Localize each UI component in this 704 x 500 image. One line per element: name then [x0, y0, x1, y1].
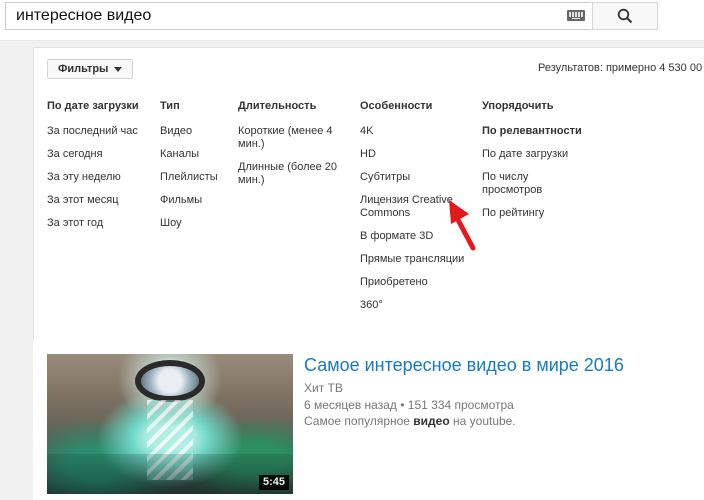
filter-option[interactable]: Субтитры [360, 171, 470, 184]
video-description: Самое популярное видео на youtube. [304, 414, 516, 428]
keyboard-icon[interactable] [567, 10, 585, 21]
video-meta: 6 месяцев назад • 151 334 просмотра [304, 398, 514, 412]
video-views: 151 334 просмотра [407, 398, 514, 412]
video-channel[interactable]: Хит ТВ [304, 381, 343, 395]
filter-option[interactable]: Плейлисты [160, 171, 218, 184]
filter-column-type: Тип Видео Каналы Плейлисты Фильмы Шоу [160, 100, 218, 240]
filter-option[interactable]: Фильмы [160, 194, 218, 207]
filter-option[interactable]: HD [360, 148, 470, 161]
thumbnail-floor [47, 454, 293, 494]
video-duration: 5:45 [258, 475, 289, 490]
filter-column-header: Тип [160, 100, 180, 112]
filter-column-header: Упорядочить [482, 100, 554, 112]
search-input[interactable]: интересное видео [5, 2, 591, 30]
search-button[interactable] [592, 2, 658, 30]
caret-down-icon [114, 66, 123, 72]
video-age: 6 месяцев назад [304, 398, 397, 412]
chandelier-ring [135, 360, 205, 402]
desc-text: Самое популярное [304, 414, 414, 428]
filter-column-header: Особенности [360, 100, 433, 112]
filter-column-sort: Упорядочить По релевантности По дате заг… [482, 100, 587, 230]
desc-text-end: на youtube. [449, 414, 516, 428]
filters-panel: Фильтры Результатов: примерно 4 530 00 П… [33, 47, 704, 343]
meta-separator: • [400, 398, 405, 412]
filter-option[interactable]: Каналы [160, 148, 218, 161]
filter-option[interactable]: За этот год [47, 217, 139, 230]
filter-option[interactable]: 4K [360, 125, 470, 138]
filters-button[interactable]: Фильтры [47, 59, 134, 79]
video-thumbnail[interactable]: 5:45 [47, 354, 293, 494]
filter-option[interactable]: Приобретено [360, 276, 470, 289]
video-title[interactable]: Самое интересное видео в мире 2016 [304, 355, 624, 376]
filter-column-duration: Длительность Короткие (менее 4 мин.) Дли… [238, 100, 346, 197]
filter-option[interactable]: За этот месяц [47, 194, 139, 207]
results-count: Результатов: примерно 4 530 00 [538, 62, 703, 74]
sort-option[interactable]: По дате загрузки [482, 148, 587, 161]
filter-option[interactable]: Прямые трансляции [360, 253, 470, 266]
filter-option[interactable]: За эту неделю [47, 171, 139, 184]
filter-option[interactable]: Длинные (более 20 мин.) [238, 161, 346, 187]
filter-option[interactable]: 360° [360, 299, 470, 312]
desc-highlight: видео [413, 414, 450, 428]
search-icon [617, 8, 633, 24]
filter-option[interactable]: За последний час [47, 125, 139, 138]
filter-column-header: По дате загрузки [47, 100, 139, 112]
masthead: интересное видео [0, 0, 704, 41]
filters-button-label: Фильтры [58, 63, 109, 75]
filter-option[interactable]: Шоу [160, 217, 218, 230]
filter-column-header: Длительность [238, 100, 317, 112]
video-result: 5:45 Самое интересное видео в мире 2016 … [33, 341, 704, 500]
search-query: интересное видео [16, 7, 152, 24]
red-arrow-icon [449, 200, 476, 251]
filter-option[interactable]: Видео [160, 125, 218, 138]
filter-column-upload-date: По дате загрузки За последний час За сег… [47, 100, 139, 240]
sort-option-selected[interactable]: По релевантности [482, 125, 587, 138]
filter-option[interactable]: За сегодня [47, 148, 139, 161]
filter-option[interactable]: Короткие (менее 4 мин.) [238, 125, 346, 151]
sort-option[interactable]: По числу просмотров [482, 171, 587, 197]
sort-option[interactable]: По рейтингу [482, 207, 587, 220]
